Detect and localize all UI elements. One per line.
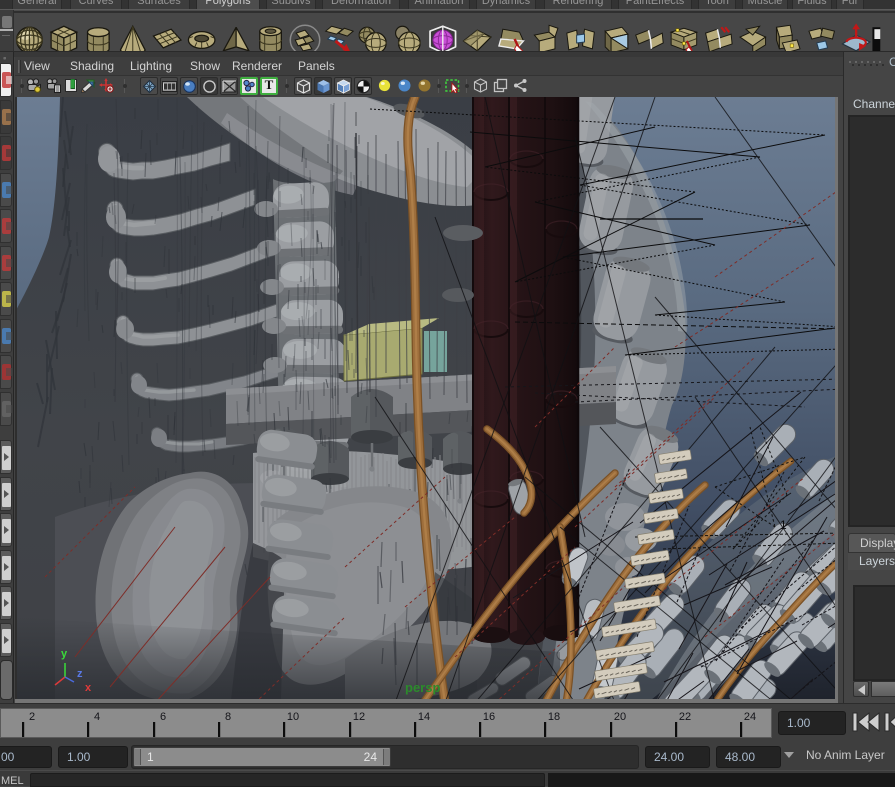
svg-text:22: 22: [679, 711, 691, 723]
svg-text:y: y: [61, 648, 68, 660]
svg-text:6: 6: [160, 711, 166, 723]
svg-text:10: 10: [287, 711, 299, 723]
svg-text:4: 4: [94, 711, 100, 723]
svg-text:14: 14: [418, 711, 430, 723]
svg-text:8: 8: [225, 711, 231, 723]
svg-text:persp: persp: [405, 680, 440, 695]
svg-text:20: 20: [614, 711, 626, 723]
svg-text:x: x: [85, 682, 92, 694]
svg-text:16: 16: [483, 711, 495, 723]
svg-text:24: 24: [744, 711, 756, 723]
svg-text:18: 18: [548, 711, 560, 723]
svg-text:2: 2: [29, 711, 35, 723]
svg-text:z: z: [77, 668, 83, 680]
svg-text:12: 12: [353, 711, 365, 723]
